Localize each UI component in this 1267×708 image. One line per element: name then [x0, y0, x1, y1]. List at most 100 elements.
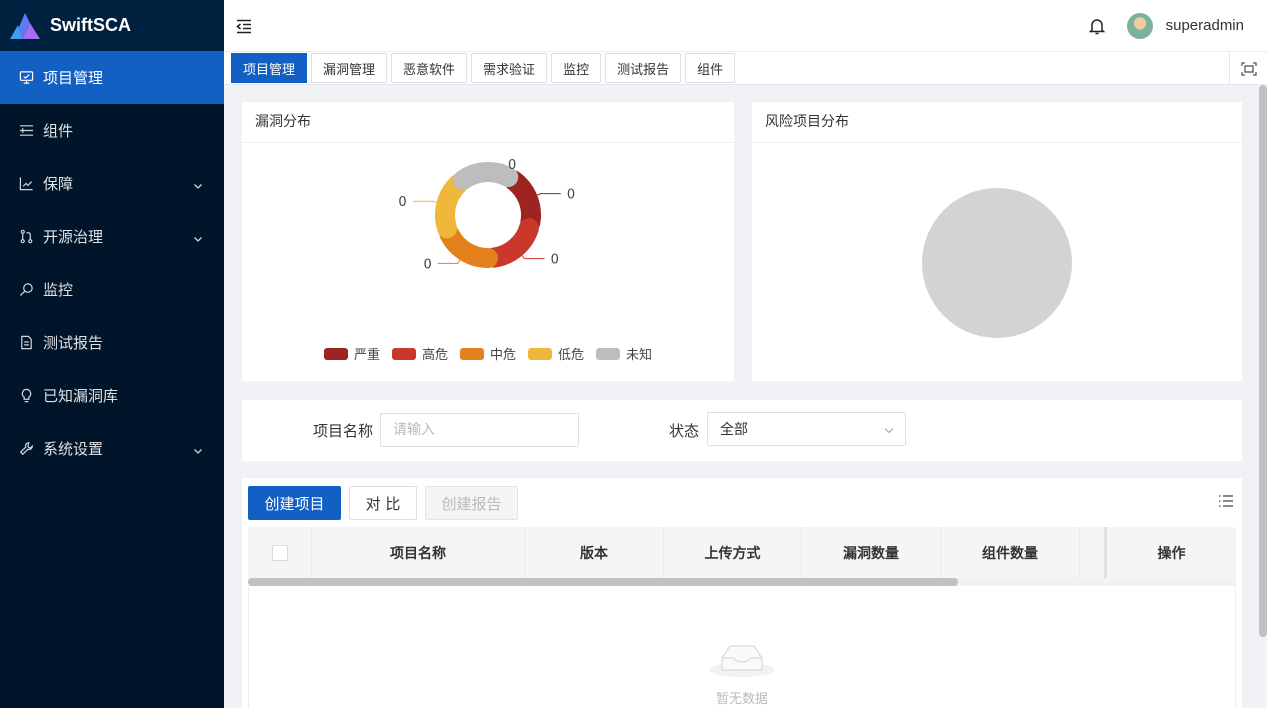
sidebar-item-label: 测试报告 — [43, 334, 104, 352]
donut-segment-4[interactable] — [452, 162, 519, 191]
wrench-icon — [18, 441, 34, 457]
sidebar-item-label: 开源治理 — [43, 228, 104, 246]
sidebar-item-label: 监控 — [43, 281, 74, 299]
header-right: superadmin — [1087, 12, 1244, 39]
legend-item-critical[interactable]: 严重 — [323, 344, 380, 363]
sidebar-item-monitoring[interactable]: 监控 — [0, 263, 224, 316]
chevron-down-icon — [192, 443, 204, 455]
sidebar-item-open-source-governance[interactable]: 开源治理 — [0, 210, 224, 263]
select-all-cell — [248, 527, 312, 578]
sidebar-item-assurance[interactable]: 保障 — [0, 157, 224, 210]
tab-vuln-management[interactable]: 漏洞管理 — [311, 53, 388, 83]
tab-bar: 项目管理 漏洞管理 恶意软件 需求验证 监控 测试报告 组件 — [224, 51, 1267, 85]
tab-monitoring[interactable]: 监控 — [551, 53, 602, 83]
sidebar-item-system-settings[interactable]: 系统设置 — [0, 422, 224, 475]
tab-requirement-verification[interactable]: 需求验证 — [471, 53, 548, 83]
legend-item-low[interactable]: 低危 — [528, 344, 584, 363]
legend-label: 严重 — [353, 348, 380, 363]
vuln-distribution-card: 漏洞分布 0 0 0 0 0 严重 高危 中危 低危 未知 — [242, 102, 734, 381]
bell-icon[interactable] — [1087, 16, 1107, 36]
logo-icon — [8, 11, 42, 41]
legend-label: 高危 — [421, 348, 448, 363]
username[interactable]: superadmin — [1166, 17, 1244, 34]
sidebar-item-project-management[interactable]: 项目管理 — [0, 51, 224, 104]
legend-label: 未知 — [626, 348, 653, 363]
data-label-3: 0 — [398, 195, 406, 210]
empty-inbox-icon — [708, 636, 776, 682]
column-project-name: 项目名称 — [312, 527, 525, 578]
legend-swatch — [391, 347, 416, 360]
data-label-2: 0 — [424, 257, 432, 272]
chevron-down-icon — [192, 178, 204, 190]
create-report-button: 创建报告 — [425, 486, 518, 520]
sidebar-item-label: 项目管理 — [43, 69, 104, 87]
column-version: 版本 — [525, 527, 664, 578]
sidebar-item-label: 已知漏洞库 — [43, 387, 119, 405]
legend-label: 低危 — [558, 348, 585, 363]
vertical-scrollbar[interactable] — [1259, 85, 1267, 637]
empty-pie — [922, 188, 1072, 338]
create-project-button[interactable]: 创建项目 — [248, 486, 341, 520]
top-header: superadmin — [224, 0, 1267, 51]
project-name-input[interactable] — [380, 413, 579, 447]
legend-item-high[interactable]: 高危 — [391, 344, 448, 363]
horizontal-scrollbar[interactable] — [248, 578, 1236, 586]
chevron-down-icon — [883, 424, 895, 440]
column-component-count: 组件数量 — [941, 527, 1080, 578]
vuln-donut-chart: 0 0 0 0 0 — [398, 158, 575, 272]
compare-button[interactable]: 对 比 — [349, 486, 417, 520]
sidebar-item-test-reports[interactable]: 测试报告 — [0, 316, 224, 369]
chevron-down-icon — [192, 231, 204, 243]
table-header: 项目名称 版本 上传方式 漏洞数量 组件数量 操作 — [248, 527, 1236, 578]
avatar[interactable] — [1126, 12, 1153, 39]
tab-malware[interactable]: 恶意软件 — [391, 53, 468, 83]
branch-icon — [18, 229, 34, 245]
file-icon — [18, 335, 34, 351]
project-table-card: 创建项目 对 比 创建报告 项目名称 版本 上传方式 漏洞数量 组件数量 操作 … — [242, 478, 1242, 708]
legend-swatch — [459, 347, 484, 360]
tab-components[interactable]: 组件 — [685, 53, 736, 83]
column-settings-icon[interactable] — [1218, 494, 1234, 512]
sidebar-item-label: 系统设置 — [43, 440, 104, 458]
select-all-checkbox[interactable] — [271, 544, 288, 561]
status-label: 状态 — [669, 422, 700, 440]
sidebar-item-label: 组件 — [43, 122, 74, 140]
sidebar-item-label: 保障 — [43, 175, 74, 193]
card-title: 风险项目分布 — [752, 102, 1242, 143]
logo[interactable]: SwiftSCA — [0, 0, 224, 51]
menu-fold-icon[interactable] — [235, 17, 253, 35]
column-vuln-count: 漏洞数量 — [802, 527, 941, 578]
donut-segment-3[interactable] — [435, 174, 469, 239]
legend-item-medium[interactable]: 中危 — [459, 344, 516, 363]
sidebar-item-components[interactable]: 组件 — [0, 104, 224, 157]
bulb-icon — [18, 388, 34, 404]
tab-test-reports[interactable]: 测试报告 — [605, 53, 682, 83]
sidebar: SwiftSCA 项目管理 组件 保障 开源治理 监控 测试报告 已知漏洞库 系… — [0, 0, 224, 708]
donut-segment-1[interactable] — [483, 218, 539, 268]
legend-swatch — [323, 347, 348, 360]
legend-label: 中危 — [489, 348, 516, 363]
chart-legend: 严重 高危 中危 低危 未知 — [242, 344, 734, 363]
empty-text: 暂无数据 — [715, 692, 768, 707]
search-icon — [18, 282, 34, 298]
column-actions: 操作 — [1157, 545, 1186, 562]
list-icon — [18, 123, 34, 139]
filter-bar: 项目名称 状态 全部 — [242, 400, 1242, 461]
data-label-4: 0 — [508, 158, 516, 173]
donut-segment-2[interactable] — [439, 223, 498, 268]
tab-project-management[interactable]: 项目管理 — [231, 53, 308, 83]
donut-segment-0[interactable] — [503, 170, 541, 233]
legend-swatch — [528, 347, 552, 360]
sidebar-item-known-vuln-db[interactable]: 已知漏洞库 — [0, 369, 224, 422]
status-select[interactable]: 全部 — [707, 412, 906, 446]
chart-icon — [18, 176, 34, 192]
horizontal-scrollbar-thumb[interactable] — [248, 578, 958, 586]
app-name: SwiftSCA — [50, 15, 131, 35]
monitor-icon — [18, 70, 34, 86]
column-upload-method: 上传方式 — [664, 527, 802, 578]
project-name-label: 项目名称 — [313, 422, 374, 440]
legend-item-unknown[interactable]: 未知 — [596, 344, 652, 363]
fullscreen-icon[interactable] — [1229, 52, 1267, 85]
risk-distribution-card: 风险项目分布 — [752, 102, 1242, 381]
status-select-value: 全部 — [720, 422, 748, 438]
